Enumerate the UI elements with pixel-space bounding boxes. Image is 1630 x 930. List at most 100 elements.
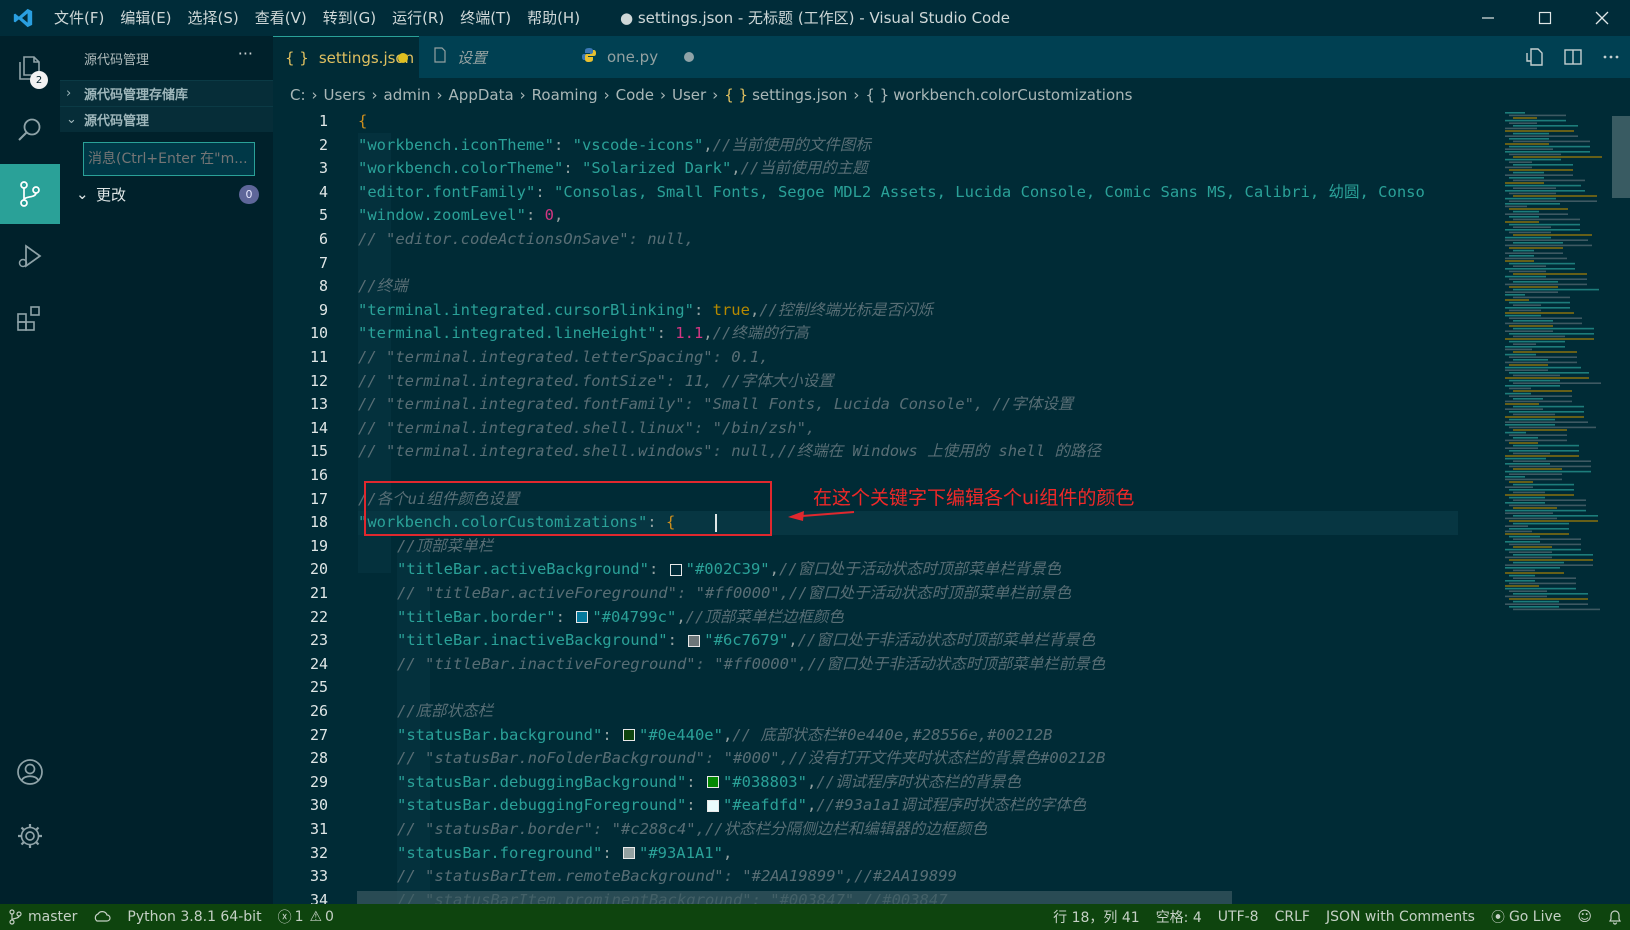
minimap[interactable] [1493,110,1630,904]
breadcrumb-item[interactable]: workbench.colorCustomizations [893,86,1132,104]
code-line[interactable]: 30 "statusBar.debuggingForeground": "#eaf… [273,794,1493,818]
window-controls [1459,0,1630,36]
code-line[interactable]: 21 // "titleBar.activeForeground": "#ff00… [273,582,1493,606]
color-swatch[interactable] [669,563,682,576]
problems-item[interactable]: ⓧ 1 ⚠ 0 [270,904,342,930]
color-swatch[interactable] [622,729,635,742]
close-button[interactable] [1573,0,1630,36]
color-swatch[interactable] [688,634,701,647]
code-line[interactable]: 6 // "editor.codeActionsOnSave": null, [273,228,1493,252]
color-swatch[interactable] [576,611,589,624]
color-swatch[interactable] [706,799,719,812]
code-line[interactable]: 28 // "statusBar.noFolderBackground": "#0… [273,747,1493,771]
go-live-item[interactable]: ⦿ Go Live [1483,904,1569,930]
vertical-scrollbar[interactable] [1612,116,1630,198]
code-line[interactable]: 12 // "terminal.integrated.fontSize": 11,… [273,370,1493,394]
settings-gear-icon[interactable] [0,806,60,866]
code-line[interactable]: 24 // "titleBar.inactiveForeground": "#ff… [273,653,1493,677]
breadcrumb-item[interactable]: AppData [449,86,514,104]
menu-terminal[interactable]: 终端(T) [452,0,519,36]
accounts-icon[interactable] [0,742,60,802]
breadcrumb-item[interactable]: User [672,86,706,104]
code-line[interactable]: 11 // "terminal.integrated.letterSpacing"… [273,346,1493,370]
code-line[interactable]: 33 // "statusBarItem.remoteBackground": "… [273,865,1493,889]
code-line[interactable]: 29 "statusBar.debuggingBackground": "#038… [273,771,1493,795]
menu-view[interactable]: 查看(V) [247,0,315,36]
code-line[interactable]: 8 //终端 [273,275,1493,299]
changes-group[interactable]: ⌄ 更改 0 [60,181,273,207]
git-branch-item[interactable]: master [0,904,85,930]
code-line[interactable]: 22 "titleBar.border": "#04799c",//顶部菜单栏边框… [273,606,1493,630]
indentation[interactable]: 空格: 4 [1148,904,1210,930]
code-line[interactable]: 13 // "terminal.integrated.fontFamily": "… [273,393,1493,417]
source-control-icon[interactable] [0,164,60,224]
minimap-line [1505,252,1563,254]
breadcrumb-item[interactable]: settings.json [752,86,847,104]
code-line[interactable]: 4 "editor.fontFamily": "Consolas, Small F… [273,181,1493,205]
breadcrumb-item[interactable]: Users [324,86,366,104]
code-line[interactable]: 23 "titleBar.inactiveBackground": "#6c767… [273,629,1493,653]
language-mode[interactable]: JSON with Comments [1318,904,1483,930]
code-line[interactable]: 7 [273,252,1493,276]
open-settings-icon[interactable] [1516,36,1554,78]
code-line[interactable]: 27 "statusBar.background": "#0e440e",// 底… [273,724,1493,748]
code-line[interactable]: 5 "window.zoomLevel": 0, [273,204,1493,228]
code-line[interactable]: 19 //顶部菜单栏 [273,535,1493,559]
code-line[interactable]: 1{ [273,110,1493,134]
split-editor-icon[interactable] [1554,36,1592,78]
breadcrumb-item[interactable]: admin [384,86,431,104]
minimap-line [1509,535,1540,538]
encoding[interactable]: UTF-8 [1210,904,1267,930]
code-line[interactable]: 9 "terminal.integrated.cursorBlinking": t… [273,299,1493,323]
minimap-line [1513,179,1585,182]
menu-edit[interactable]: 编辑(E) [112,0,179,36]
more-actions-icon[interactable] [1592,36,1630,78]
minimize-button[interactable] [1459,0,1516,36]
line-number: 12 [309,371,328,390]
modified-dot-icon[interactable] [684,52,694,62]
notifications-bell-icon[interactable] [1600,904,1630,930]
color-swatch[interactable] [622,847,635,860]
code-text: // "statusBarItem.remoteBackground": "#2… [397,867,957,886]
commit-message-input[interactable] [83,142,255,176]
code-line[interactable]: 20 "titleBar.activeBackground": "#002C39"… [273,558,1493,582]
code-line[interactable]: 14 // "terminal.integrated.shell.linux": … [273,417,1493,441]
search-icon[interactable] [0,100,60,160]
code-line[interactable]: 31 // "statusBar.border": "#c288c4",//状态栏… [273,818,1493,842]
maximize-button[interactable] [1516,0,1573,36]
tab-settings-json[interactable]: { } settings.json [273,36,419,78]
more-actions-icon[interactable]: ··· [238,44,253,63]
minimap-canvas [1505,112,1602,611]
code-line[interactable]: 3 "workbench.colorTheme": "Solarized Dark… [273,157,1493,181]
python-interpreter[interactable]: Python 3.8.1 64-bit [119,904,269,930]
horizontal-scrollbar[interactable] [357,891,1232,904]
modified-dot-icon[interactable] [398,53,408,63]
menu-selection[interactable]: 选择(S) [180,0,247,36]
run-debug-icon[interactable] [0,226,60,286]
minimap-line [1505,556,1552,559]
section-repositories[interactable]: › 源代码管理存储库 [60,80,273,106]
end-of-line[interactable]: CRLF [1267,904,1318,930]
code-line[interactable]: 25 [273,676,1493,700]
breadcrumb-item[interactable]: Roaming [532,86,598,104]
menu-run[interactable]: 运行(R) [384,0,452,36]
cursor-position[interactable]: 行 18，列 41 [1045,904,1148,930]
menu-go[interactable]: 转到(G) [315,0,384,36]
code-line[interactable]: 32 "statusBar.foreground": "#93A1A1", [273,842,1493,866]
code-line[interactable]: 15 // "terminal.integrated.shell.windows"… [273,440,1493,464]
extensions-icon[interactable] [0,288,60,348]
breadcrumb-item[interactable]: Code [616,86,654,104]
breadcrumb-item[interactable]: C: [290,86,306,104]
code-line[interactable]: 26 //底部状态栏 [273,700,1493,724]
color-swatch[interactable] [706,776,719,789]
tab-one-py[interactable]: one.py [569,36,715,78]
menu-file[interactable]: 文件(F) [46,0,112,36]
code-line[interactable]: 10 "terminal.integrated.lineHeight": 1.1,… [273,322,1493,346]
menu-help[interactable]: 帮助(H) [519,0,588,36]
feedback-icon[interactable]: ☺ [1569,904,1600,930]
code-line[interactable]: 2 "workbench.iconTheme": "vscode-icons",/… [273,134,1493,158]
sync-icon[interactable] [85,904,119,930]
section-source-control[interactable]: ⌄ 源代码管理 [60,106,273,132]
tab-settings-ui[interactable]: 设置 [421,36,567,78]
explorer-icon[interactable]: 2 [0,38,60,98]
